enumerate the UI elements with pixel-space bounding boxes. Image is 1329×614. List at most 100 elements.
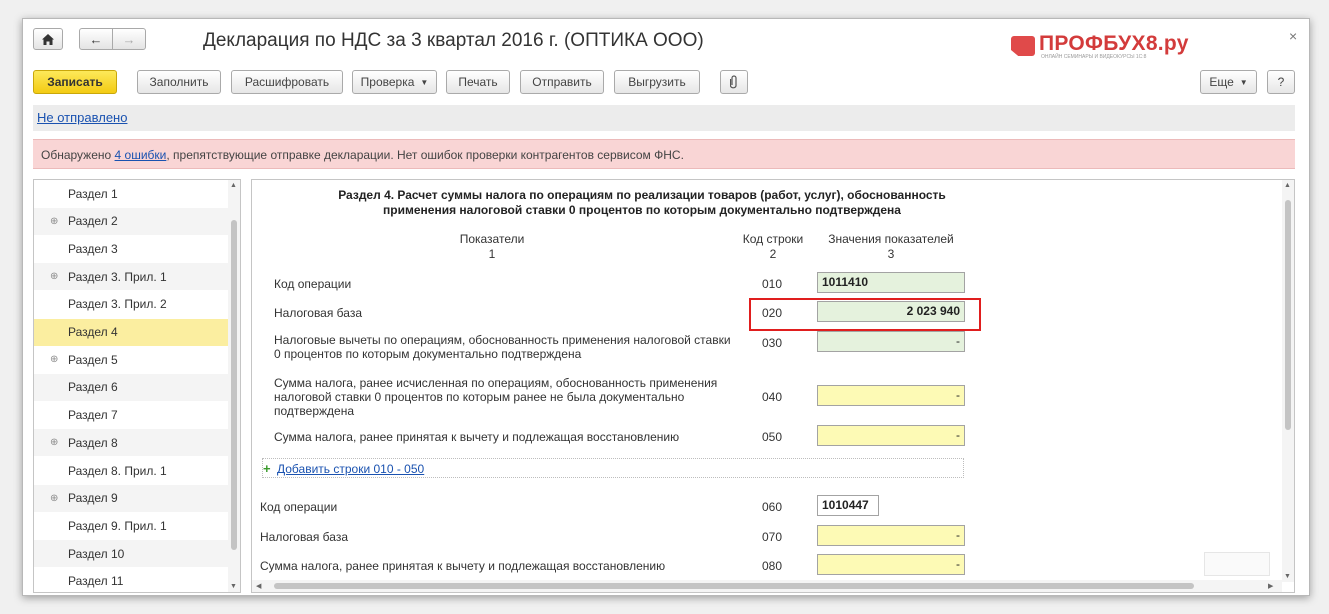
highlight-frame [749,298,981,331]
row-label-070: Налоговая база [260,530,348,544]
sidebar-item-section-11[interactable]: Раздел 11 [34,568,228,592]
send-button[interactable]: Отправить [520,70,604,94]
sidebar-item-section-6[interactable]: Раздел 6 [34,373,228,401]
column-header-values: Значения показателей 3 [816,232,966,262]
sidebar-item-section-3-app-1[interactable]: ⊕ Раздел 3. Прил. 1 [34,263,228,291]
row-code-050: 050 [761,430,783,444]
close-icon[interactable]: × [1289,28,1297,44]
more-dropdown-button[interactable]: Еще ▼ [1200,70,1257,94]
check-dropdown-button[interactable]: Проверка ▼ [352,70,437,94]
column-number: 3 [887,247,895,261]
sidebar-item-label: Раздел 8. Прил. 1 [68,463,167,478]
row-label-030: Налоговые вычеты по операциям, обоснован… [274,333,731,361]
sidebar-item-section-10[interactable]: Раздел 10 [34,540,228,568]
deductions-field-030[interactable]: - [817,331,965,352]
heading-line-1: Раздел 4. Расчет суммы налога по операци… [338,188,946,202]
row-label-050: Сумма налога, ранее принятая к вычету и … [274,430,680,444]
forward-button[interactable]: → [112,28,146,50]
section-4-form: Раздел 4. Расчет суммы налога по операци… [251,179,1295,593]
column-number: 2 [769,247,777,261]
operation-code-field-060[interactable]: 1010447 [817,495,879,516]
scrollbar-thumb[interactable] [274,583,1194,589]
scroll-up-icon[interactable]: ▲ [230,182,237,189]
scroll-up-icon[interactable]: ▲ [1284,182,1291,189]
declaration-window: ← → Декларация по НДС за 3 квартал 2016 … [22,18,1310,596]
expand-icon[interactable]: ⊕ [50,354,58,365]
scroll-down-icon[interactable]: ▼ [230,583,237,590]
sidebar-item-section-7[interactable]: Раздел 7 [34,402,228,429]
form-vertical-scrollbar[interactable]: ▲ ▼ [1282,180,1294,582]
attach-button[interactable] [720,70,748,94]
scroll-down-icon[interactable]: ▼ [1284,573,1291,580]
decode-button[interactable]: Расшифровать [231,70,343,94]
arrow-left-icon: ← [89,31,103,47]
scrollbar-thumb[interactable] [231,220,237,550]
window-title: Декларация по НДС за 3 квартал 2016 г. (… [203,30,704,51]
plus-icon[interactable]: + [263,461,271,476]
sidebar-item-section-2[interactable]: ⊕ Раздел 2 [34,207,228,235]
export-button[interactable]: Выгрузить [614,70,700,94]
print-button[interactable]: Печать [446,70,510,94]
add-rows-bar[interactable]: + Добавить строки 010 - 050 [262,458,964,478]
home-button[interactable] [33,28,63,50]
send-status-bar: Не отправлено [33,105,1295,131]
form-horizontal-scrollbar[interactable]: ◀ ▶ [252,580,1282,592]
sidebar-item-section-5[interactable]: ⊕ Раздел 5 [34,346,228,373]
sidebar-item-label: Раздел 5 [68,352,118,367]
home-icon [42,33,54,45]
scroll-left-icon[interactable]: ◀ [256,582,261,590]
scrollbar-thumb[interactable] [1285,200,1291,430]
sidebar-item-section-8-app-1[interactable]: Раздел 8. Прил. 1 [34,457,228,484]
sidebar-item-section-4[interactable]: Раздел 4 [34,318,228,346]
chevron-down-icon: ▼ [1239,77,1248,87]
row-label-040: Сумма налога, ранее исчисленная по опера… [274,376,718,418]
add-rows-link[interactable]: Добавить строки 010 - 050 [277,462,424,476]
errors-link[interactable]: 4 ошибки [115,148,167,162]
sidebar-item-label: Раздел 6 [68,380,118,395]
sidebar-item-label: Раздел 10 [68,546,125,561]
restored-tax-field-080[interactable]: - [817,554,965,575]
fill-button[interactable]: Заполнить [137,70,221,94]
sidebar-item-label: Раздел 3. Прил. 1 [68,269,167,284]
scroll-right-icon[interactable]: ▶ [1268,582,1273,590]
help-button[interactable]: ? [1267,70,1295,94]
row-label-060: Код операции [260,500,338,514]
logo-badge-icon [1011,36,1035,56]
sidebar-item-label: Раздел 3 [68,241,118,256]
tax-amount-field-040[interactable]: - [817,385,965,406]
sidebar-item-label: Раздел 4 [68,325,118,339]
back-button[interactable]: ← [79,28,113,50]
sidebar-item-section-1[interactable]: Раздел 1 [34,180,228,207]
form-heading: Раздел 4. Расчет суммы налога по операци… [292,188,992,218]
row-code-040: 040 [761,390,783,404]
operation-code-field-010[interactable]: 1011410 [817,272,965,293]
column-header-indicators: Показатели 1 [412,232,572,262]
expand-icon[interactable]: ⊕ [50,493,58,504]
expand-icon[interactable]: ⊕ [50,271,58,282]
check-label: Проверка [360,75,415,89]
sidebar-item-section-9[interactable]: ⊕ Раздел 9 [34,484,228,512]
restored-tax-field-050[interactable]: - [817,425,965,446]
sidebar-item-label: Раздел 9 [68,491,118,506]
heading-line-2: применения налоговой ставки 0 процентов … [383,203,901,217]
sidebar-item-label: Раздел 2 [68,214,118,229]
tax-base-field-070[interactable]: - [817,525,965,546]
sidebar-item-label: Раздел 11 [68,574,124,589]
column-number: 1 [488,247,496,261]
arrow-right-icon: → [122,31,136,47]
row-code-080: 080 [761,559,783,573]
row-code-030: 030 [761,336,783,350]
sidebar-item-label: Раздел 1 [68,186,118,201]
empty-panel [1204,552,1270,576]
sidebar-item-section-9-app-1[interactable]: Раздел 9. Прил. 1 [34,512,228,539]
sidebar-item-section-3-app-2[interactable]: Раздел 3. Прил. 2 [34,291,228,318]
sidebar-item-section-3[interactable]: Раздел 3 [34,235,228,262]
error-suffix: , препятствующие отправке декларации. Не… [166,148,684,162]
profbuh-logo: ПРОФБУХ8.ру ОНЛАЙН СЕМИНАРЫ И ВИДЕОКУРСЫ… [1011,31,1188,65]
expand-icon[interactable]: ⊕ [50,437,58,448]
expand-icon[interactable]: ⊕ [50,216,58,227]
sidebar-item-section-8[interactable]: ⊕ Раздел 8 [34,429,228,457]
send-status-link[interactable]: Не отправлено [37,110,127,125]
sections-scrollbar[interactable]: ▲ ▼ [228,180,240,592]
save-button[interactable]: Записать [33,70,117,94]
